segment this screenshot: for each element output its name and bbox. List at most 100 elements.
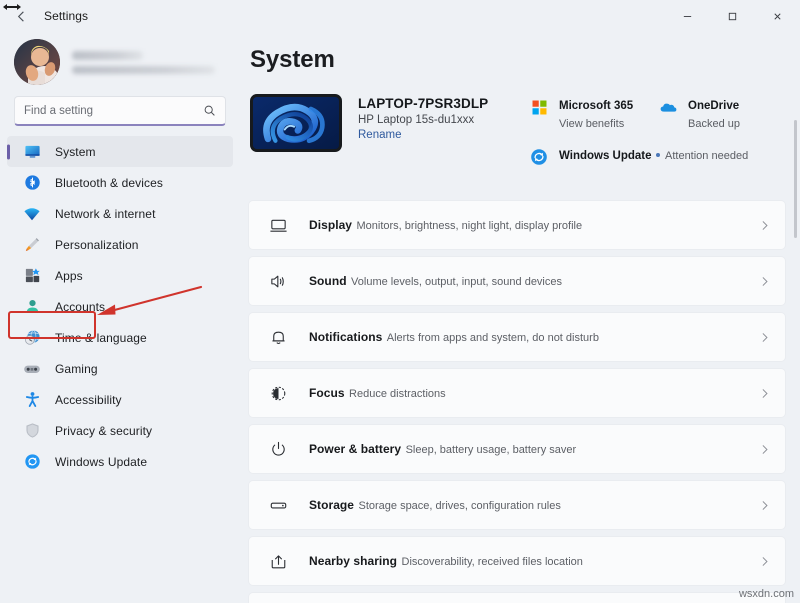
chevron-right-icon	[758, 387, 771, 400]
update-sync-icon	[21, 451, 43, 473]
settings-row-text: Nearby sharing Discoverability, received…	[309, 552, 758, 570]
back-arrow-icon[interactable]	[4, 0, 38, 32]
profile-name-redacted	[72, 50, 144, 60]
settings-row-text: Focus Reduce distractions	[309, 384, 758, 402]
settings-row-subtitle: Sleep, battery usage, battery saver	[405, 444, 577, 456]
settings-row-display[interactable]: Display Monitors, brightness, night ligh…	[248, 200, 786, 250]
settings-row-subtitle: Reduce distractions	[349, 388, 446, 400]
sidebar-item-time-language[interactable]: Time & language	[7, 322, 233, 353]
scrollbar-thumb[interactable]	[794, 120, 797, 238]
settings-row-subtitle: Alerts from apps and system, do not dist…	[386, 332, 599, 344]
window-body: System Bluetooth & devices	[0, 32, 800, 603]
device-info: LAPTOP-7PSR3DLP HP Laptop 15s-du1xxx Ren…	[358, 94, 528, 141]
sidebar-item-personalization[interactable]: Personalization	[7, 229, 233, 260]
status-dot	[656, 153, 660, 157]
settings-row-title: Power & battery	[309, 442, 402, 456]
settings-row-text: Power & battery Sleep, battery usage, ba…	[309, 440, 758, 458]
windows-11-bloom-wallpaper	[250, 94, 342, 152]
page-title: System	[250, 46, 335, 73]
quick-link-text: OneDrive Backed up	[688, 96, 786, 132]
focus-moon-icon	[265, 380, 291, 406]
sidebar-item-privacy-security[interactable]: Privacy & security	[7, 415, 233, 446]
search-box[interactable]	[14, 96, 226, 126]
main-content: System LAPTOP-7PSR3DLP HP Laptop 15s-du1…	[240, 32, 800, 603]
settings-row-text: Storage Storage space, drives, configura…	[309, 496, 758, 514]
settings-row-nearby-sharing[interactable]: Nearby sharing Discoverability, received…	[248, 536, 786, 586]
quick-link-title: Windows Update	[559, 150, 652, 162]
vertical-scrollbar[interactable]	[793, 92, 799, 603]
device-name: LAPTOP-7PSR3DLP	[358, 96, 489, 111]
sidebar-item-label: Apps	[55, 268, 83, 283]
monitor-icon	[21, 141, 43, 163]
quick-link-subtitle-text: Attention needed	[665, 150, 749, 162]
sidebar-item-label: Privacy & security	[55, 423, 153, 438]
quick-link-subtitle: Attention needed	[656, 150, 748, 162]
search-input[interactable]	[24, 104, 203, 117]
settings-row-text: Notifications Alerts from apps and syste…	[309, 328, 758, 346]
monitor-outline-icon	[265, 212, 291, 238]
sidebar-item-network-internet[interactable]: Network & internet	[7, 198, 233, 229]
sidebar-item-system[interactable]: System	[7, 136, 233, 167]
settings-row-notifications[interactable]: Notifications Alerts from apps and syste…	[248, 312, 786, 362]
user-profile[interactable]	[0, 32, 240, 94]
sidebar-item-apps[interactable]: Apps	[7, 260, 233, 291]
person-icon	[21, 296, 43, 318]
device-summary: LAPTOP-7PSR3DLP HP Laptop 15s-du1xxx Ren…	[248, 94, 800, 182]
quick-link-title: Microsoft 365	[559, 100, 634, 112]
settings-row-subtitle: Volume levels, output, input, sound devi…	[351, 276, 562, 288]
settings-row-focus[interactable]: Focus Reduce distractions	[248, 368, 786, 418]
quick-link-subtitle: View benefits	[559, 118, 625, 130]
chevron-right-icon	[758, 555, 771, 568]
chevron-right-icon	[758, 275, 771, 288]
quick-link-title: OneDrive	[688, 100, 740, 112]
settings-row-sound[interactable]: Sound Volume levels, output, input, soun…	[248, 256, 786, 306]
sidebar-item-label: Personalization	[55, 237, 139, 252]
settings-row-title: Nearby sharing	[309, 554, 398, 568]
bell-icon	[265, 324, 291, 350]
sidebar-item-label: Windows Update	[55, 454, 148, 469]
sidebar-item-label: Accessibility	[55, 392, 122, 407]
speaker-icon	[265, 268, 291, 294]
microsoft-logo-icon	[528, 96, 550, 118]
minimize-button[interactable]	[665, 0, 710, 32]
window-title: Settings	[44, 9, 89, 23]
sidebar-item-gaming[interactable]: Gaming	[7, 353, 233, 384]
sidebar-nav: System Bluetooth & devices Network & int…	[0, 136, 240, 477]
quick-link-microsoft-365[interactable]: Microsoft 365 View benefits	[528, 96, 657, 132]
sidebar-item-label: Network & internet	[55, 206, 156, 221]
device-model: HP Laptop 15s-du1xxx	[358, 114, 475, 126]
settings-row-title: Display	[309, 218, 353, 232]
quick-link-windows-update[interactable]: Windows Update Attention needed	[528, 146, 786, 168]
settings-window: Settings Find a setting System Bluetooth…	[0, 0, 800, 603]
sidebar-item-label: Bluetooth & devices	[55, 175, 163, 190]
apps-grid-icon	[21, 265, 43, 287]
quick-link-subtitle: Backed up	[688, 118, 740, 130]
rename-link[interactable]: Rename	[358, 129, 528, 141]
sidebar-item-accessibility[interactable]: Accessibility	[7, 384, 233, 415]
sidebar-item-label: System	[55, 144, 96, 159]
settings-row-storage[interactable]: Storage Storage space, drives, configura…	[248, 480, 786, 530]
accessibility-icon	[21, 389, 43, 411]
settings-row-subtitle: Storage space, drives, configuration rul…	[358, 500, 561, 512]
nearby-share-icon	[265, 548, 291, 574]
sidebar-item-windows-update[interactable]: Windows Update	[7, 446, 233, 477]
maximize-button[interactable]	[710, 0, 755, 32]
storage-drive-icon	[265, 492, 291, 518]
settings-row-power-battery[interactable]: Power & battery Sleep, battery usage, ba…	[248, 424, 786, 474]
sidebar-item-accounts[interactable]: Accounts	[7, 291, 233, 322]
quick-link-onedrive[interactable]: OneDrive Backed up	[657, 96, 786, 132]
close-button[interactable]	[755, 0, 800, 32]
sidebar-item-bluetooth-devices[interactable]: Bluetooth & devices	[7, 167, 233, 198]
settings-row-subtitle: Discoverability, received files location	[401, 556, 583, 568]
sidebar: System Bluetooth & devices	[0, 32, 240, 603]
settings-row-multitasking[interactable]: Multitasking Snap windows, desktops, tas…	[248, 592, 786, 603]
profile-email-redacted	[72, 65, 215, 74]
settings-row-subtitle: Monitors, brightness, night light, displ…	[356, 220, 583, 232]
wifi-icon	[21, 203, 43, 225]
settings-row-title: Storage	[309, 498, 355, 512]
quick-link-text: Windows Update Attention needed	[559, 146, 748, 164]
update-sync-icon	[528, 146, 550, 168]
avatar[interactable]	[14, 39, 60, 85]
chevron-right-icon	[758, 499, 771, 512]
bluetooth-icon	[21, 172, 43, 194]
